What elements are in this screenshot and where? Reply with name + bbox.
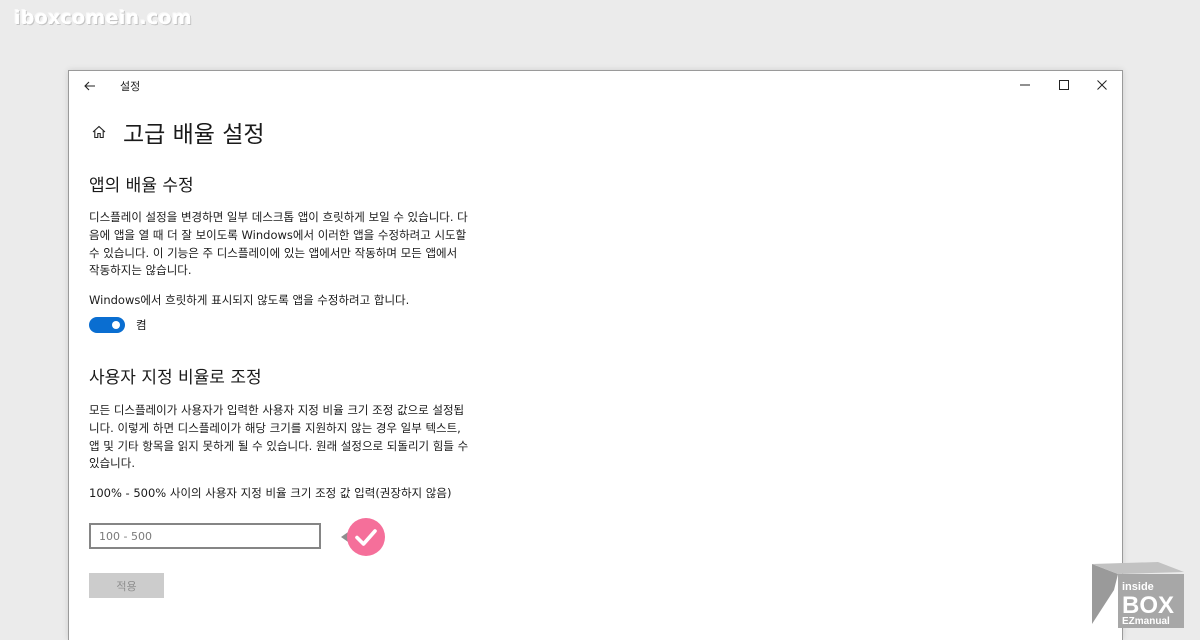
fix-apps-heading: 앱의 배율 수정 [89, 176, 194, 196]
logo-line3: EZmanual [1122, 616, 1170, 627]
custom-scaling-input-label: 100% - 500% 사이의 사용자 지정 비율 크기 조정 값 입력(권장하… [89, 486, 452, 500]
toggle-state-label: 켬 [136, 318, 147, 332]
close-icon [1097, 80, 1107, 90]
back-arrow-icon [84, 81, 95, 91]
back-button[interactable] [77, 75, 103, 97]
checkmark-pointer-icon [341, 518, 385, 556]
maximize-button[interactable] [1044, 71, 1084, 99]
fix-apps-description: 디스플레이 설정을 변경하면 일부 데스크톱 앱이 흐릿하게 보일 수 있습니다… [89, 210, 468, 278]
apply-button[interactable]: 적용 [89, 573, 164, 598]
fix-apps-toggle-label: Windows에서 흐릿하게 표시되지 않도록 앱을 수정하려고 합니다. [89, 293, 410, 307]
insidebox-logo: inside BOX EZmanual [1092, 562, 1184, 628]
title-bar: 설정 [69, 71, 1122, 101]
custom-scaling-description: 모든 디스플레이가 사용자가 입력한 사용자 지정 비율 크기 조정 값으로 설… [89, 403, 469, 471]
page-title: 고급 배율 설정 [123, 122, 265, 148]
custom-scaling-heading: 사용자 지정 비율로 조정 [89, 368, 262, 388]
minimize-button[interactable] [1005, 71, 1045, 99]
fix-apps-toggle[interactable] [89, 317, 125, 333]
close-button[interactable] [1082, 71, 1122, 99]
home-button[interactable] [89, 122, 109, 142]
custom-scaling-input[interactable] [89, 523, 321, 549]
window-title: 설정 [120, 80, 141, 93]
minimize-icon [1020, 84, 1030, 86]
page-header: 고급 배율 설정 [89, 115, 265, 149]
watermark-text: iboxcomein.com [14, 7, 192, 29]
settings-window: 설정 고급 배율 설정 앱의 배율 수정 디스플레이 설정을 변경하면 일부 데… [68, 70, 1123, 640]
home-icon [92, 125, 106, 139]
logo-line2: BOX [1122, 592, 1174, 619]
toggle-knob [112, 321, 120, 329]
fix-apps-toggle-row: 켬 [89, 317, 147, 333]
maximize-icon [1059, 80, 1069, 90]
